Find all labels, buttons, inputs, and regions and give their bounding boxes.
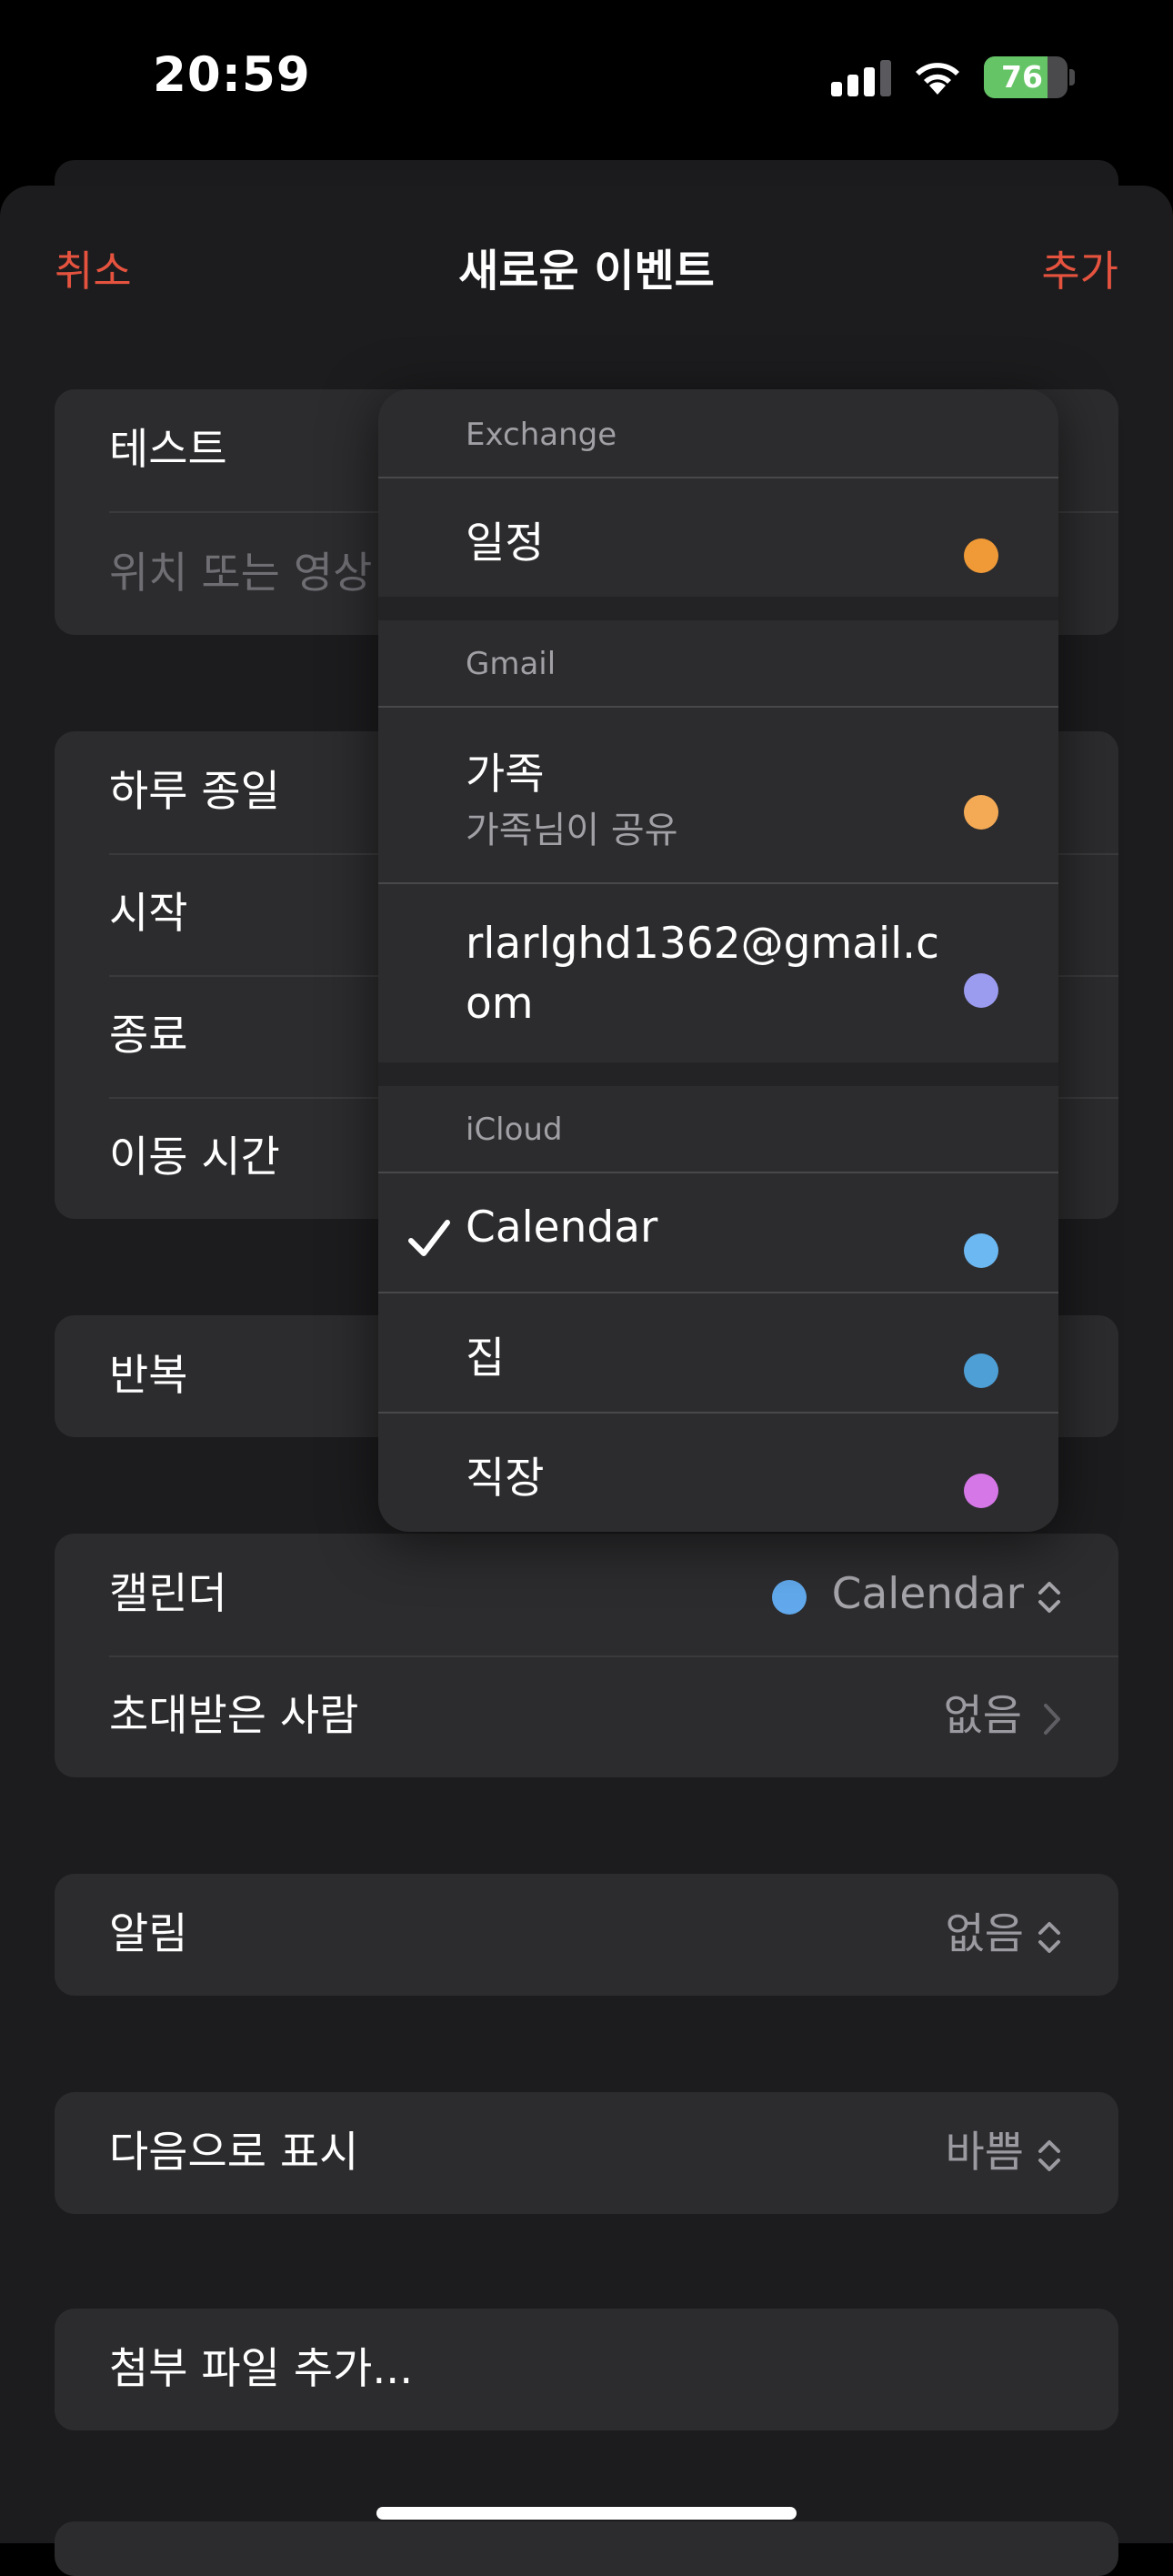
calendar-row[interactable]: 캘린더 Calendar — [55, 1534, 1118, 1655]
chevron-up-down-icon — [1038, 1581, 1060, 1613]
home-indicator — [376, 2507, 797, 2520]
battery-icon: 76 — [984, 56, 1068, 98]
add-attachment-row[interactable]: 첨부 파일 추가... — [55, 2309, 1118, 2430]
next-group-edge — [55, 2521, 1118, 2576]
calendar-color-dot — [964, 973, 998, 1008]
battery-tip — [1069, 69, 1075, 86]
title-value: 테스트 — [109, 425, 227, 475]
divider — [378, 1172, 1058, 1173]
signal-bar — [864, 67, 875, 96]
section-header-icloud: iCloud — [466, 1112, 563, 1148]
alert-row[interactable]: 알림 없음 — [55, 1874, 1118, 1996]
attachment-group: 첨부 파일 추가... — [55, 2309, 1118, 2430]
section-header-exchange: Exchange — [466, 417, 617, 453]
calendar-group: 캘린더 Calendar 초대받은 사람 없음 — [55, 1534, 1118, 1777]
calendar-color-dot — [964, 538, 998, 573]
travel-time-label: 이동 시간 — [109, 1132, 280, 1182]
menu-item-gmail-account-line2: om — [466, 979, 534, 1029]
section-gap — [378, 1062, 1058, 1086]
divider — [378, 477, 1058, 478]
show-as-row[interactable]: 다음으로 표시 바쁨 — [55, 2092, 1118, 2214]
add-attachment-label: 첨부 파일 추가... — [109, 2344, 414, 2394]
divider — [378, 706, 1058, 708]
invitees-value: 없음 — [944, 1655, 1062, 1777]
menu-item-work[interactable]: 직장 — [466, 1443, 544, 1505]
show-as-label: 다음으로 표시 — [109, 2128, 359, 2178]
menu-item-schedule[interactable]: 일정 — [466, 508, 544, 570]
signal-bar — [880, 60, 891, 96]
calendar-color-dot — [964, 1233, 998, 1268]
chevron-up-down-icon — [1038, 2139, 1060, 2171]
calendar-color-dot — [771, 1579, 807, 1615]
calendar-color-dot — [964, 795, 998, 830]
alert-label: 알림 — [109, 1909, 188, 1959]
location-placeholder: 위치 또는 영상 — [109, 548, 373, 599]
show-as-value-text: 바쁨 — [945, 2128, 1024, 2178]
add-button[interactable]: 추가 — [1041, 238, 1118, 298]
alert-group: 알림 없음 — [55, 1874, 1118, 1996]
calendar-label: 캘린더 — [109, 1569, 227, 1619]
end-label: 종료 — [109, 1011, 188, 1061]
menu-item-family-subtitle: 가족님이 공유 — [466, 810, 678, 851]
wifi-icon — [916, 63, 959, 95]
show-as-group: 다음으로 표시 바쁨 — [55, 2092, 1118, 2214]
divider — [378, 1292, 1058, 1293]
checkmark-icon — [408, 1220, 450, 1256]
section-gap — [378, 597, 1058, 620]
invitees-label: 초대받은 사람 — [109, 1691, 359, 1741]
menu-item-calendar[interactable]: Calendar — [466, 1202, 657, 1253]
divider — [378, 1412, 1058, 1414]
all-day-label: 하루 종일 — [109, 767, 280, 817]
menu-item-gmail-account[interactable]: rlarlghd1362@gmail.c — [466, 919, 939, 969]
calendar-value-text: Calendar — [831, 1569, 1024, 1619]
alert-value[interactable]: 없음 — [946, 1874, 1062, 1996]
calendar-color-dot — [964, 1474, 998, 1508]
cellular-signal-icon — [831, 60, 891, 96]
show-as-value[interactable]: 바쁨 — [946, 2092, 1062, 2214]
divider — [378, 882, 1058, 884]
chevron-right-icon — [1044, 1703, 1060, 1735]
start-label: 시작 — [109, 889, 188, 939]
signal-bar — [847, 75, 858, 96]
battery-level: 76 — [1001, 59, 1043, 95]
invitees-row[interactable]: 초대받은 사람 없음 — [55, 1655, 1118, 1777]
calendar-picker-menu: Exchange 일정 Gmail 가족 가족님이 공유 rlarlghd136… — [378, 389, 1058, 1532]
chevron-up-down-icon — [1038, 1921, 1060, 1953]
calendar-color-dot — [964, 1353, 998, 1388]
page-title: 새로운 이벤트 — [458, 246, 715, 297]
invitees-value-text: 없음 — [943, 1691, 1022, 1741]
alert-value-text: 없음 — [945, 1909, 1024, 1959]
menu-item-home[interactable]: 집 — [466, 1323, 505, 1385]
menu-item-family[interactable]: 가족 — [466, 739, 544, 801]
section-header-gmail: Gmail — [466, 646, 556, 682]
signal-bar — [831, 82, 842, 96]
status-time: 20:59 — [153, 47, 311, 103]
calendar-value[interactable]: Calendar — [771, 1534, 1062, 1655]
repeat-label: 반복 — [109, 1351, 188, 1401]
